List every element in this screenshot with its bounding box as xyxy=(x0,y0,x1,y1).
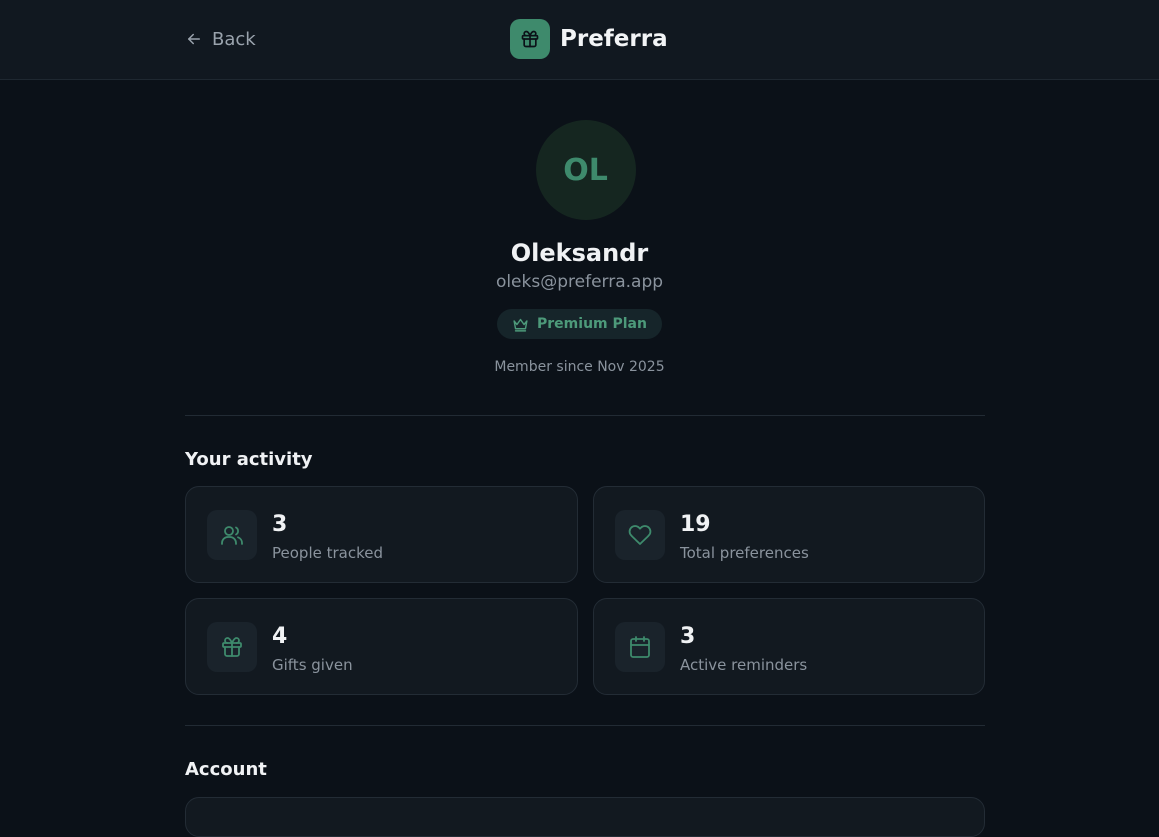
stat-value: 19 xyxy=(680,512,711,537)
top-bar: Back Preferra xyxy=(0,0,1159,80)
stat-card-people: 3 People tracked xyxy=(185,486,578,583)
account-card[interactable] xyxy=(185,797,985,837)
arrow-left-icon xyxy=(188,33,200,45)
calendar-icon xyxy=(615,622,665,672)
brand-name: Preferra xyxy=(560,26,668,52)
gift-icon xyxy=(510,19,550,59)
crown-icon xyxy=(513,318,528,332)
stat-label: People tracked xyxy=(272,544,383,562)
profile-summary: OL Oleksandr oleks@preferra.app Premium … xyxy=(0,120,1159,375)
plan-label: Premium Plan xyxy=(537,316,647,332)
stat-card-preferences: 19 Total preferences xyxy=(593,486,985,583)
users-icon xyxy=(207,510,257,560)
heart-icon xyxy=(615,510,665,560)
stat-value: 3 xyxy=(272,512,288,537)
profile-name: Oleksandr xyxy=(510,239,649,267)
account-title: Account xyxy=(185,759,267,780)
plan-badge: Premium Plan xyxy=(497,309,662,339)
member-since: Member since Nov 2025 xyxy=(494,359,665,375)
stat-value: 3 xyxy=(680,624,696,649)
brand: Preferra xyxy=(510,19,668,59)
avatar: OL xyxy=(535,120,636,220)
stat-label: Gifts given xyxy=(272,656,353,674)
divider xyxy=(185,415,985,416)
stat-value: 4 xyxy=(272,624,288,649)
stat-card-reminders: 3 Active reminders xyxy=(593,598,985,695)
stat-label: Active reminders xyxy=(680,656,808,674)
back-label: Back xyxy=(212,28,256,50)
back-button[interactable]: Back xyxy=(185,27,256,51)
activity-title: Your activity xyxy=(185,449,313,470)
gift-icon xyxy=(207,622,257,672)
stat-card-gifts: 4 Gifts given xyxy=(185,598,578,695)
stat-label: Total preferences xyxy=(680,544,809,562)
divider xyxy=(185,725,985,726)
profile-email: oleks@preferra.app xyxy=(495,272,664,292)
